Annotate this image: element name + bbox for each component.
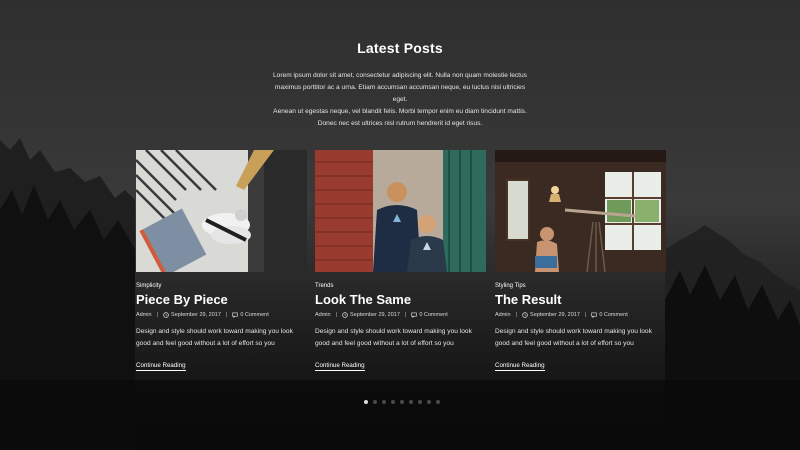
carousel-dot[interactable]	[391, 400, 395, 404]
meta-divider: |	[335, 312, 338, 318]
post-author[interactable]: Admin	[495, 312, 511, 318]
post-comments[interactable]: 0 Comment	[240, 312, 268, 318]
post-category[interactable]: Styling Tips	[495, 283, 666, 289]
post-title[interactable]: Look The Same	[315, 292, 486, 307]
comment-icon	[411, 312, 418, 318]
post-title[interactable]: The Result	[495, 292, 666, 307]
comment-icon	[591, 312, 598, 318]
carousel-dot[interactable]	[382, 400, 386, 404]
post-image-couple	[315, 150, 486, 272]
post-comments[interactable]: 0 Comment	[419, 312, 447, 318]
post-card: Trends Look The Same Admin | September 2…	[315, 150, 486, 372]
post-excerpt: Design and style should work toward maki…	[315, 328, 472, 347]
post-date: September 29, 2017	[171, 312, 221, 318]
intro-line: maximus porttitor ac a urna. Etiam accum…	[274, 84, 526, 103]
section-title: Latest Posts	[357, 40, 443, 56]
post-excerpt: Design and style should work toward maki…	[495, 328, 652, 347]
meta-divider: |	[156, 312, 159, 318]
post-category[interactable]: Trends	[315, 283, 486, 289]
clock-icon	[342, 312, 348, 318]
continue-reading-link[interactable]: Continue Reading	[495, 362, 545, 371]
post-card: Simplicity Piece By Piece Admin | Septem…	[136, 150, 307, 372]
post-image-flatlay	[136, 150, 307, 272]
continue-reading-link[interactable]: Continue Reading	[136, 362, 186, 371]
intro-line: Lorem ipsum dolor sit amet, consectetur …	[273, 72, 527, 79]
meta-divider: |	[225, 312, 228, 318]
carousel-dot[interactable]	[436, 400, 440, 404]
post-excerpt: Design and style should work toward maki…	[136, 328, 293, 347]
carousel-dot[interactable]	[373, 400, 377, 404]
carousel-dot[interactable]	[409, 400, 413, 404]
meta-divider: |	[515, 312, 518, 318]
continue-reading-link[interactable]: Continue Reading	[315, 362, 365, 371]
post-thumbnail[interactable]	[136, 150, 307, 272]
clock-icon	[522, 312, 528, 318]
post-title[interactable]: Piece By Piece	[136, 292, 307, 307]
carousel-dot[interactable]	[427, 400, 431, 404]
post-comments[interactable]: 0 Comment	[599, 312, 627, 318]
meta-divider: |	[584, 312, 587, 318]
carousel-dot[interactable]	[418, 400, 422, 404]
clock-icon	[163, 312, 169, 318]
post-author[interactable]: Admin	[315, 312, 331, 318]
post-author[interactable]: Admin	[136, 312, 152, 318]
post-date: September 29, 2017	[530, 312, 580, 318]
comment-icon	[232, 312, 239, 318]
carousel-dot[interactable]	[364, 400, 368, 404]
post-card: Styling Tips The Result Admin | Septembe…	[495, 150, 666, 372]
post-image-interior	[495, 150, 666, 272]
post-meta: Admin | September 29, 2017 | 0 Comment	[495, 312, 666, 318]
section-intro: Lorem ipsum dolor sit amet, consectetur …	[268, 70, 532, 130]
post-meta: Admin | September 29, 2017 | 0 Comment	[136, 312, 307, 318]
latest-posts-section: Latest Posts Lorem ipsum dolor sit amet,…	[0, 0, 800, 450]
intro-line: Aenean ut egestas neque, vel blandit fel…	[273, 108, 527, 115]
post-category[interactable]: Simplicity	[136, 283, 307, 289]
carousel-dot[interactable]	[400, 400, 404, 404]
post-thumbnail[interactable]	[495, 150, 666, 272]
post-date: September 29, 2017	[350, 312, 400, 318]
carousel-pagination	[364, 400, 440, 404]
post-thumbnail[interactable]	[315, 150, 486, 272]
intro-line: Donec nec est ultrices nisl rutrum hendr…	[317, 120, 483, 127]
post-meta: Admin | September 29, 2017 | 0 Comment	[315, 312, 486, 318]
meta-divider: |	[404, 312, 407, 318]
